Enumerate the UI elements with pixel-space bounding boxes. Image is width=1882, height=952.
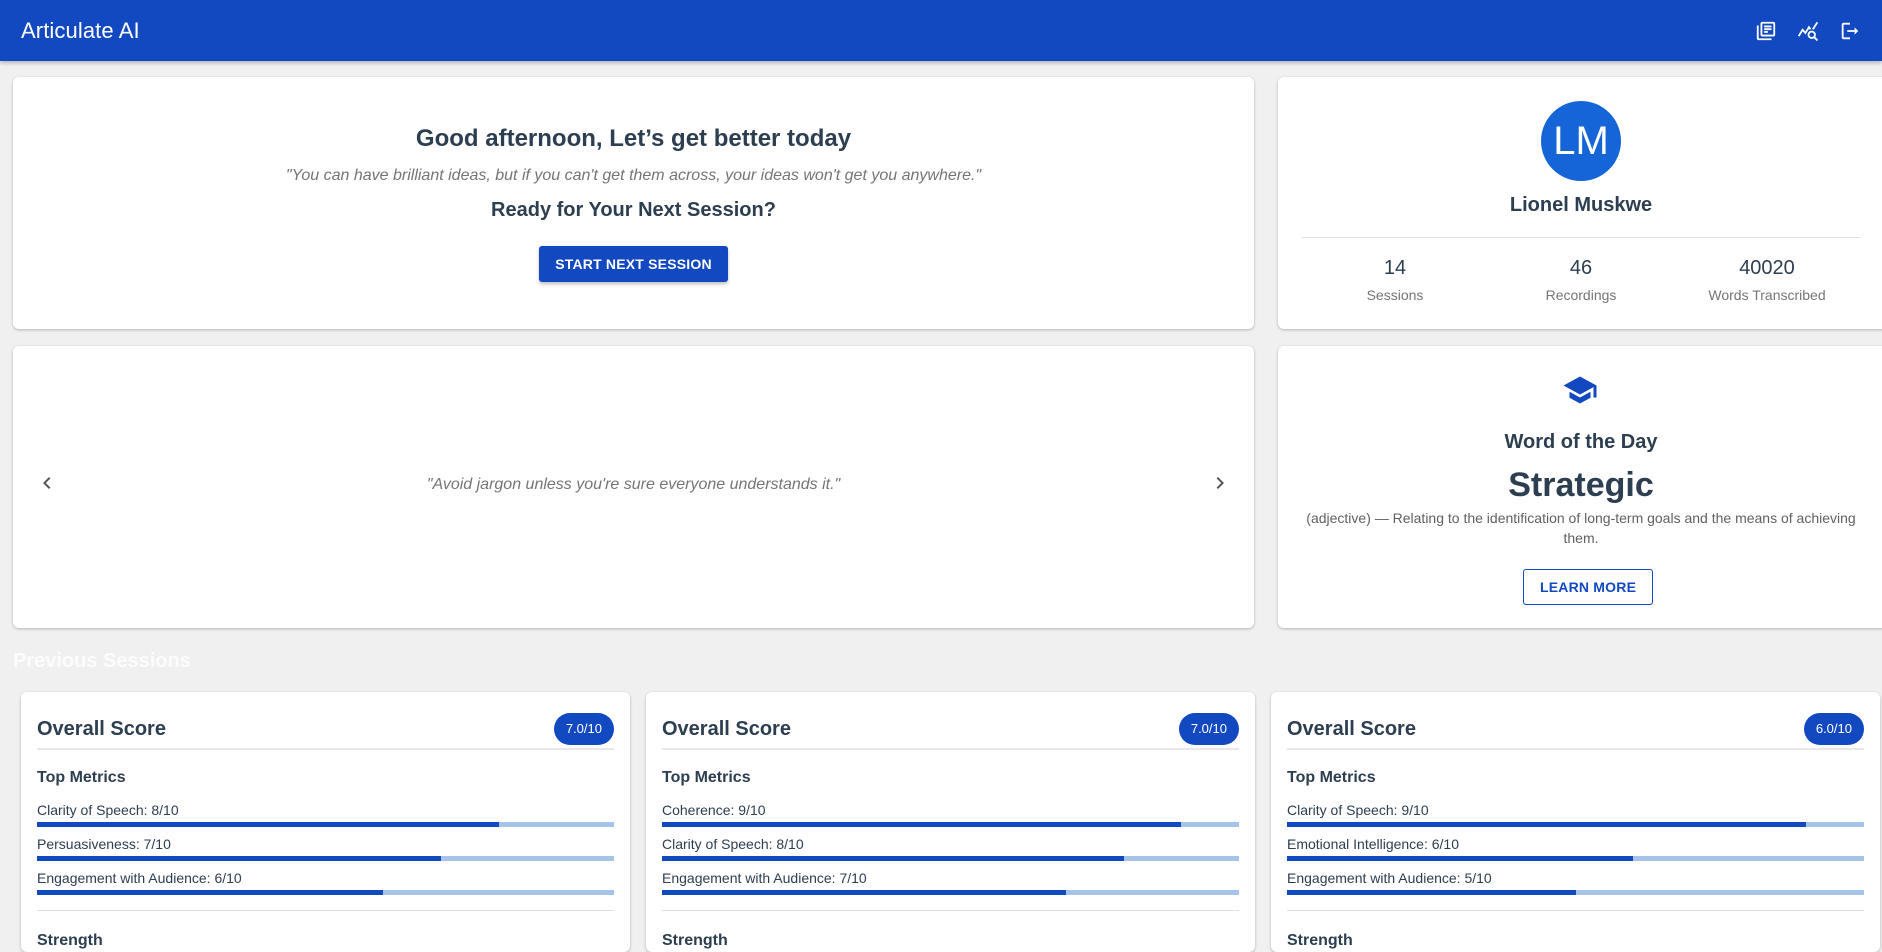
metric-row: Persuasiveness: 7/10 <box>37 836 614 861</box>
query-stats-icon[interactable] <box>1796 19 1820 43</box>
session-card[interactable]: Overall Score 7.0/10 Top Metrics Clarity… <box>21 692 630 952</box>
metric-row: Engagement with Audience: 5/10 <box>1287 870 1864 895</box>
metric-progress-bar <box>1287 822 1864 827</box>
divider <box>37 910 614 911</box>
strength-label: Strength <box>1287 932 1353 949</box>
word-definition: (adjective) — Relating to the identifica… <box>1306 510 1856 546</box>
divider <box>37 748 614 750</box>
logout-icon[interactable] <box>1838 19 1862 43</box>
overall-score-title: Overall Score <box>662 717 791 740</box>
word-of-the-day-card: Word of the Day Strategic (adjective) — … <box>1278 346 1882 628</box>
metric-row: Engagement with Audience: 7/10 <box>662 870 1239 895</box>
word-of-the-day-word: Strategic <box>1508 466 1654 504</box>
word-of-the-day-title: Word of the Day <box>1504 431 1658 453</box>
overall-score-title: Overall Score <box>37 717 166 740</box>
divider <box>662 748 1239 750</box>
previous-sessions-heading: Previous Sessions <box>13 650 191 672</box>
top-metrics-label: Top Metrics <box>662 769 751 786</box>
score-badge: 6.0/10 <box>1803 713 1864 745</box>
divider <box>1287 748 1864 750</box>
metric-progress-fill <box>37 856 441 861</box>
app-bar: Articulate AI <box>0 0 1882 61</box>
metric-progress-fill <box>37 890 384 895</box>
session-card[interactable]: Overall Score 7.0/10 Top Metrics Coheren… <box>646 692 1255 952</box>
metric-label: Engagement with Audience: 5/10 <box>1287 870 1492 886</box>
library-books-icon[interactable] <box>1754 19 1778 43</box>
metric-label: Clarity of Speech: 8/10 <box>662 836 804 852</box>
metric-progress-bar <box>662 856 1239 861</box>
motivational-quote: "You can have brilliant ideas, but if yo… <box>285 167 982 184</box>
stat-words-transcribed: 40020 Words Transcribed <box>1674 257 1860 303</box>
metric-progress-fill <box>1287 822 1807 827</box>
metric-progress-bar <box>37 890 614 895</box>
metric-progress-fill <box>37 822 499 827</box>
divider <box>662 910 1239 911</box>
metric-progress-fill <box>662 822 1182 827</box>
profile-stats: 14 Sessions 46 Recordings 40020 Words Tr… <box>1302 257 1860 303</box>
metric-row: Clarity of Speech: 8/10 <box>37 802 614 827</box>
metric-label: Engagement with Audience: 6/10 <box>37 870 242 886</box>
stat-recordings: 46 Recordings <box>1488 257 1674 303</box>
stat-value: 40020 <box>1739 257 1795 279</box>
score-badge: 7.0/10 <box>553 713 614 745</box>
welcome-card: Good afternoon, Let’s get better today "… <box>13 77 1254 329</box>
metric-progress-bar <box>662 822 1239 827</box>
metric-label: Engagement with Audience: 7/10 <box>662 870 867 886</box>
app-bar-actions <box>1754 19 1862 43</box>
divider <box>1302 237 1860 238</box>
metric-progress-fill <box>662 890 1066 895</box>
session-card[interactable]: Overall Score 6.0/10 Top Metrics Clarity… <box>1271 692 1880 952</box>
chevron-right-icon[interactable] <box>1205 468 1235 498</box>
stat-label: Sessions <box>1366 287 1424 303</box>
metric-label: Emotional Intelligence: 6/10 <box>1287 836 1459 852</box>
profile-name: Lionel Muskwe <box>1509 194 1653 216</box>
metric-progress-bar <box>37 856 614 861</box>
metric-progress-bar <box>1287 890 1864 895</box>
metric-label: Clarity of Speech: 8/10 <box>37 802 179 818</box>
profile-card: LM Lionel Muskwe 14 Sessions 46 Recordin… <box>1278 77 1882 329</box>
stat-value: 46 <box>1569 257 1593 279</box>
session-header: Overall Score 7.0/10 <box>662 708 1239 750</box>
metric-label: Coherence: 9/10 <box>662 802 766 818</box>
stat-sessions: 14 Sessions <box>1302 257 1488 303</box>
metric-label: Clarity of Speech: 9/10 <box>1287 802 1429 818</box>
metric-row: Clarity of Speech: 9/10 <box>1287 802 1864 827</box>
tips-carousel: "Avoid jargon unless you're sure everyon… <box>13 346 1254 628</box>
top-metrics-label: Top Metrics <box>1287 769 1376 786</box>
stat-value: 14 <box>1383 257 1407 279</box>
start-next-session-button[interactable]: START NEXT SESSION <box>539 246 728 282</box>
metric-progress-bar <box>1287 856 1864 861</box>
strength-label: Strength <box>662 932 728 949</box>
carousel-tip: "Avoid jargon unless you're sure everyon… <box>426 476 841 493</box>
strength-label: Strength <box>37 932 103 949</box>
stat-label: Words Transcribed <box>1708 287 1826 303</box>
divider <box>1287 910 1864 911</box>
greeting-heading: Good afternoon, Let’s get better today <box>415 125 852 152</box>
metric-row: Engagement with Audience: 6/10 <box>37 870 614 895</box>
top-metrics-label: Top Metrics <box>37 769 126 786</box>
metric-progress-fill <box>662 856 1124 861</box>
stat-label: Recordings <box>1545 287 1617 303</box>
metric-progress-fill <box>1287 890 1576 895</box>
metric-row: Clarity of Speech: 8/10 <box>662 836 1239 861</box>
session-header: Overall Score 7.0/10 <box>37 708 614 750</box>
metric-progress-bar <box>662 890 1239 895</box>
avatar: LM <box>1541 101 1621 181</box>
score-badge: 7.0/10 <box>1178 713 1239 745</box>
metric-row: Coherence: 9/10 <box>662 802 1239 827</box>
session-header: Overall Score 6.0/10 <box>1287 708 1864 750</box>
metric-row: Emotional Intelligence: 6/10 <box>1287 836 1864 861</box>
graduation-cap-icon <box>1561 372 1599 408</box>
app-title: Articulate AI <box>21 17 140 43</box>
metric-progress-bar <box>37 822 614 827</box>
overall-score-title: Overall Score <box>1287 717 1416 740</box>
learn-more-button[interactable]: LEARN MORE <box>1523 569 1654 605</box>
metric-label: Persuasiveness: 7/10 <box>37 836 171 852</box>
metric-progress-fill <box>1287 856 1634 861</box>
next-session-heading: Ready for Your Next Session? <box>491 199 776 221</box>
